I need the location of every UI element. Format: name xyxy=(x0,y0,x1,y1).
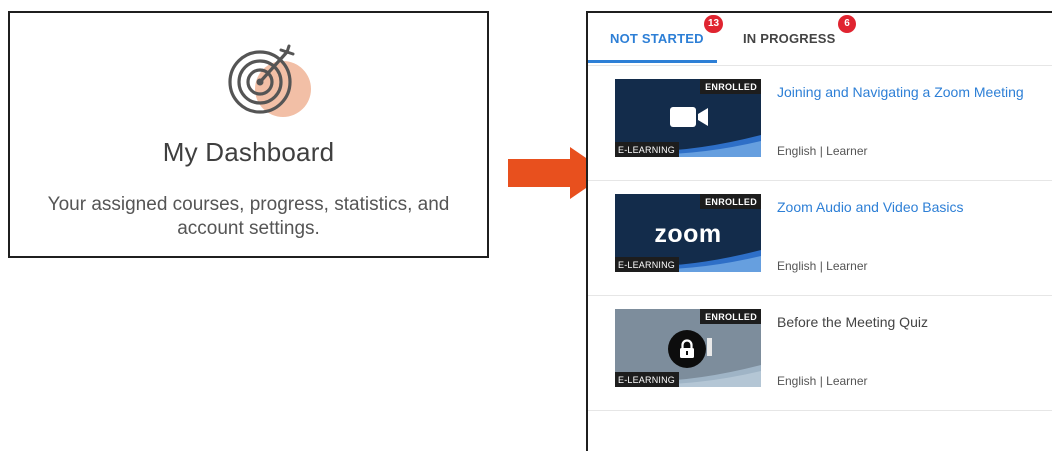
course-title-link[interactable]: Zoom Audio and Video Basics xyxy=(777,198,1050,216)
in-progress-count-badge: 6 xyxy=(838,15,856,33)
zoom-logo: zoom xyxy=(654,220,722,248)
enrolled-tag: ENROLLED xyxy=(700,194,761,209)
enrolled-tag: ENROLLED xyxy=(700,79,761,94)
course-panel: NOT STARTED 13 IN PROGRESS 6 ENROLLED E-… xyxy=(586,11,1052,451)
video-camera-icon xyxy=(670,107,708,127)
course-list-item[interactable]: zoom ENROLLED E-LEARNING Zoom Audio and … xyxy=(588,181,1052,296)
course-meta: English | Learner xyxy=(777,374,868,388)
camera-icon-fragment xyxy=(707,338,712,356)
tab-not-started[interactable]: NOT STARTED xyxy=(610,31,704,46)
active-tab-indicator xyxy=(588,60,717,63)
course-title: Before the Meeting Quiz xyxy=(777,314,928,330)
dashboard-description: Your assigned courses, progress, statist… xyxy=(30,193,467,241)
e-learning-tag: E-LEARNING xyxy=(615,372,680,387)
dashboard-title: My Dashboard xyxy=(162,137,335,167)
dashboard-description-line1: Your assigned courses, progress, statist… xyxy=(47,194,450,215)
dashboard-card[interactable]: My Dashboard Your assigned courses, prog… xyxy=(8,11,489,258)
course-title-link[interactable]: Joining and Navigating a Zoom Meeting xyxy=(777,83,1050,101)
e-learning-tag: E-LEARNING xyxy=(615,257,680,272)
e-learning-tag: E-LEARNING xyxy=(615,142,680,157)
lock-badge xyxy=(668,330,706,368)
course-list-item[interactable]: ENROLLED E-LEARNING Joining and Navigati… xyxy=(588,66,1052,181)
course-thumbnail[interactable]: zoom ENROLLED E-LEARNING xyxy=(615,194,761,272)
tab-in-progress[interactable]: IN PROGRESS xyxy=(743,31,836,46)
course-list-item: ENROLLED E-LEARNING Before the Meeting Q… xyxy=(588,296,1052,411)
course-thumbnail[interactable]: ENROLLED E-LEARNING xyxy=(615,79,761,157)
lock-icon xyxy=(680,339,694,358)
not-started-count-badge: 13 xyxy=(704,15,724,33)
target-dart-icon xyxy=(228,44,311,117)
course-thumbnail: ENROLLED E-LEARNING xyxy=(615,309,761,387)
dashboard-description-line2: account settings. xyxy=(177,218,320,239)
enrolled-tag: ENROLLED xyxy=(700,309,761,324)
course-meta: English | Learner xyxy=(777,144,868,158)
course-meta: English | Learner xyxy=(777,259,868,273)
course-tabs: NOT STARTED 13 IN PROGRESS 6 xyxy=(588,13,1052,66)
